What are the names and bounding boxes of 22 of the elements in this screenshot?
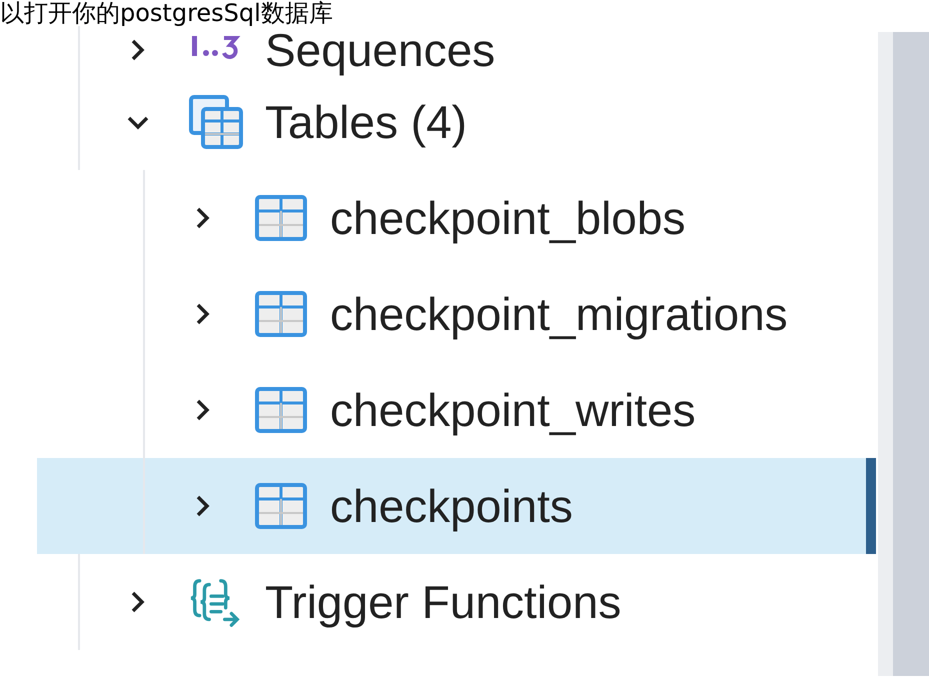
tree-item-label: checkpoint_writes (330, 386, 696, 434)
scrollbar-thumb[interactable] (893, 32, 929, 676)
tree-item-label: checkpoint_blobs (330, 194, 686, 242)
table-icon (255, 291, 307, 337)
tree-item-label: checkpoint_migrations (330, 290, 788, 338)
tree-item[interactable]: Trigger Functions (37, 554, 876, 650)
tree-item-label: Tables (4) (265, 98, 467, 146)
table-icon (255, 195, 307, 241)
caption-text: 以打开你的postgresSql数据库 (0, 0, 334, 26)
tree-item[interactable]: checkpoint_blobs (37, 170, 876, 266)
tree-item-label: Sequences (265, 26, 496, 74)
tree-item[interactable]: checkpoints (37, 458, 876, 554)
tables-icon (188, 94, 244, 150)
tree-item[interactable]: Tables (4) (37, 74, 876, 170)
tree-item[interactable]: Sequences (37, 26, 876, 74)
tree-item[interactable]: checkpoint_migrations (37, 266, 876, 362)
scrollbar-track[interactable] (878, 32, 893, 676)
tree-item-label: Trigger Functions (265, 578, 622, 626)
tree-item-label: checkpoints (330, 482, 573, 530)
table-icon (255, 483, 307, 529)
table-icon (255, 387, 307, 433)
tree-item[interactable]: checkpoint_writes (37, 362, 876, 458)
